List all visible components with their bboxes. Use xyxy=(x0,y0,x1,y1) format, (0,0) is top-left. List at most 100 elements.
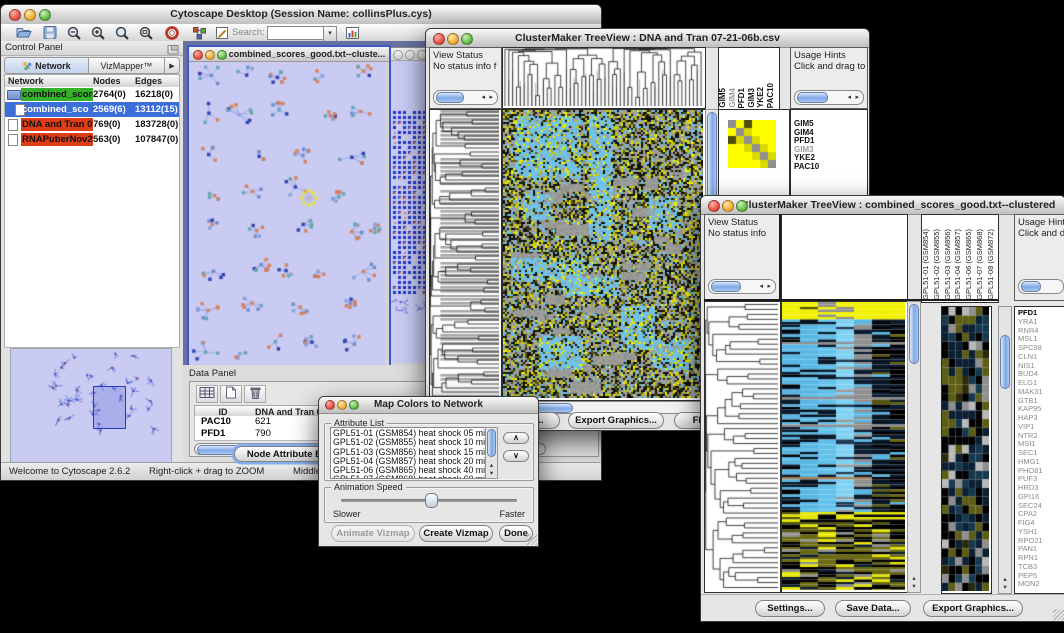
scroll-down-icon[interactable]: ▾ xyxy=(908,583,920,591)
inactive-close-button[interactable] xyxy=(393,50,403,60)
zoom-button[interactable] xyxy=(39,9,51,21)
scroll-left-icon[interactable]: ◂ xyxy=(481,93,485,102)
zoom-button[interactable] xyxy=(349,400,359,410)
minimize-button[interactable] xyxy=(447,33,459,45)
minimize-button[interactable] xyxy=(722,200,734,212)
scroll-down-icon[interactable]: ▾ xyxy=(999,584,1011,592)
network-row[interactable]: combined_scores2764(0)16218(0) xyxy=(5,87,179,102)
scroll-right-icon[interactable]: ▸ xyxy=(855,93,859,102)
col-header-nodes[interactable]: Nodes xyxy=(93,76,135,86)
usage-hints-scrollbar[interactable]: ◂ ▸ xyxy=(794,90,864,105)
tv1-zoom-heatmap[interactable] xyxy=(728,120,776,168)
animate-vizmap-button[interactable]: Animate Vizmap xyxy=(331,525,415,542)
view-status-scrollbar[interactable]: ◂ ▸ xyxy=(708,279,776,294)
tv1-row-labels[interactable]: GIM5GIM4PFD1GIM3YKE2PAC10 xyxy=(794,120,819,172)
inner-minimize-button[interactable] xyxy=(205,50,215,60)
export-graphics--button[interactable]: Export Graphics... xyxy=(568,412,664,429)
zoom-selected-icon[interactable] xyxy=(111,26,133,42)
help-icon[interactable] xyxy=(161,26,183,42)
create-vizmap-button[interactable]: Create Vizmap xyxy=(419,525,493,542)
new-attribute-icon[interactable] xyxy=(220,385,242,403)
tab-vizmapper[interactable]: VizMapper™ xyxy=(89,58,164,73)
view-status-scrollbar[interactable]: ◂ ▸ xyxy=(433,90,498,105)
gene-label[interactable]: MON2 xyxy=(1018,580,1043,589)
scroll-left-icon[interactable]: ◂ xyxy=(759,282,763,291)
export-graphics--button[interactable]: Export Graphics... xyxy=(923,600,1023,617)
minimize-button[interactable] xyxy=(337,400,347,410)
tv2-zoom-heatmap[interactable] xyxy=(941,306,992,594)
tv2-titlebar[interactable]: ClusterMaker TreeView : combined_scores_… xyxy=(701,196,1064,215)
network-row[interactable]: combined_sco2569(6)13112(15) xyxy=(5,102,179,117)
tv2-vscrollbar[interactable]: ▴ ▾ xyxy=(907,301,921,593)
tv2-zoom-scrollbar[interactable]: ▴ ▾ xyxy=(998,306,1012,594)
birdseye-selection-rect[interactable] xyxy=(93,386,126,429)
tab-overflow-arrow-icon[interactable]: ▶ xyxy=(164,58,179,73)
data-col-id[interactable]: ID xyxy=(195,407,251,417)
resize-grip[interactable] xyxy=(526,534,537,545)
col-header-network[interactable]: Network xyxy=(5,76,93,86)
resize-grip[interactable] xyxy=(1053,609,1064,620)
col-header-edges[interactable]: Edges xyxy=(135,76,179,86)
minimize-button[interactable] xyxy=(24,9,36,21)
tv1-column-dendrogram[interactable] xyxy=(502,47,706,109)
search-input[interactable] xyxy=(267,26,325,40)
chart-icon[interactable] xyxy=(341,26,363,42)
tv1-gene-dendrogram[interactable] xyxy=(429,109,502,401)
inner-close-button[interactable] xyxy=(193,50,203,60)
tv1-titlebar[interactable]: ClusterMaker TreeView : DNA and Tran 07-… xyxy=(426,29,869,48)
scroll-left-icon[interactable]: ◂ xyxy=(847,93,851,102)
network-canvas[interactable] xyxy=(189,62,385,370)
network-row[interactable]: RNAPuberNov2+563(0)107847(0) xyxy=(5,132,179,147)
usage-hints-scrollbar[interactable] xyxy=(1018,279,1064,294)
scroll-up-icon[interactable]: ▴ xyxy=(908,575,920,583)
scroll-right-icon[interactable]: ▸ xyxy=(489,93,493,102)
attribute-item[interactable]: GPL51-07 (GSM868) heat shock 60 min xyxy=(333,475,485,479)
open-file-icon[interactable] xyxy=(13,26,35,42)
tv2-column-dendrogram[interactable] xyxy=(781,214,908,301)
animation-speed-slider-thumb[interactable] xyxy=(425,493,438,508)
main-titlebar[interactable]: Cytoscape Desktop (Session Name: collins… xyxy=(1,5,601,25)
dialog-titlebar[interactable]: Map Colors to Network xyxy=(319,397,538,414)
attribute-list[interactable]: GPL51-01 (GSM854) heat shock 05 minGPL51… xyxy=(330,427,488,479)
tv1-heatmap[interactable] xyxy=(502,109,706,401)
zoom-out-icon[interactable] xyxy=(63,26,85,42)
network-row[interactable]: DNA and Tran 07769(0)183728(0) xyxy=(5,117,179,132)
search-dropdown-arrow-icon[interactable]: ▾ xyxy=(323,26,337,42)
zoom-button[interactable] xyxy=(736,200,748,212)
close-button[interactable] xyxy=(433,33,445,45)
column-label[interactable]: PAC10 xyxy=(767,83,777,108)
scroll-right-icon[interactable]: ▸ xyxy=(767,282,771,291)
scroll-up-icon[interactable]: ▴ xyxy=(486,462,497,470)
tv2-title: ClusterMaker TreeView : combined_scores_… xyxy=(701,196,1064,214)
tv2-gene-list[interactable]: PFD1YRA1RNR4MSL1SPC98CLN1NIS1BUD4ELG1MAK… xyxy=(1018,309,1043,589)
tv2-heatmap[interactable] xyxy=(781,301,908,593)
column-label[interactable]: GPL51-08 (GSM872) xyxy=(987,229,998,300)
scroll-down-icon[interactable]: ▾ xyxy=(486,470,497,478)
attribute-list-scrollbar[interactable]: ▴ ▾ xyxy=(485,427,498,479)
save-data--button[interactable]: Save Data... xyxy=(835,600,911,617)
tab-network-label: Network xyxy=(35,61,71,71)
zoom-fit-icon[interactable] xyxy=(135,26,157,42)
close-button[interactable] xyxy=(9,9,21,21)
close-button[interactable] xyxy=(325,400,335,410)
tab-network[interactable]: Network xyxy=(5,58,89,73)
table-view-icon[interactable] xyxy=(196,385,218,403)
network-overview-icon[interactable] xyxy=(188,26,210,42)
column-label[interactable]: GPL51-02 (GSM855) xyxy=(933,229,944,300)
annotation-icon[interactable] xyxy=(211,26,233,42)
gene-label[interactable]: PAC10 xyxy=(794,163,819,172)
scroll-up-icon[interactable]: ▴ xyxy=(999,576,1011,584)
settings--button[interactable]: Settings... xyxy=(755,600,825,617)
birdseye-view[interactable] xyxy=(10,348,172,464)
inactive-minimize-button[interactable] xyxy=(405,50,415,60)
close-button[interactable] xyxy=(708,200,720,212)
delete-attribute-icon[interactable] xyxy=(244,385,266,403)
inner-zoom-button[interactable] xyxy=(217,50,227,60)
move-up-button[interactable]: ∧ xyxy=(503,432,529,444)
move-down-button[interactable]: ∨ xyxy=(503,450,529,462)
birdseye-canvas[interactable] xyxy=(11,349,169,461)
zoom-button[interactable] xyxy=(461,33,473,45)
tv2-gene-dendrogram[interactable] xyxy=(704,301,781,593)
zoom-in-icon[interactable] xyxy=(87,26,109,42)
save-icon[interactable] xyxy=(39,26,61,42)
